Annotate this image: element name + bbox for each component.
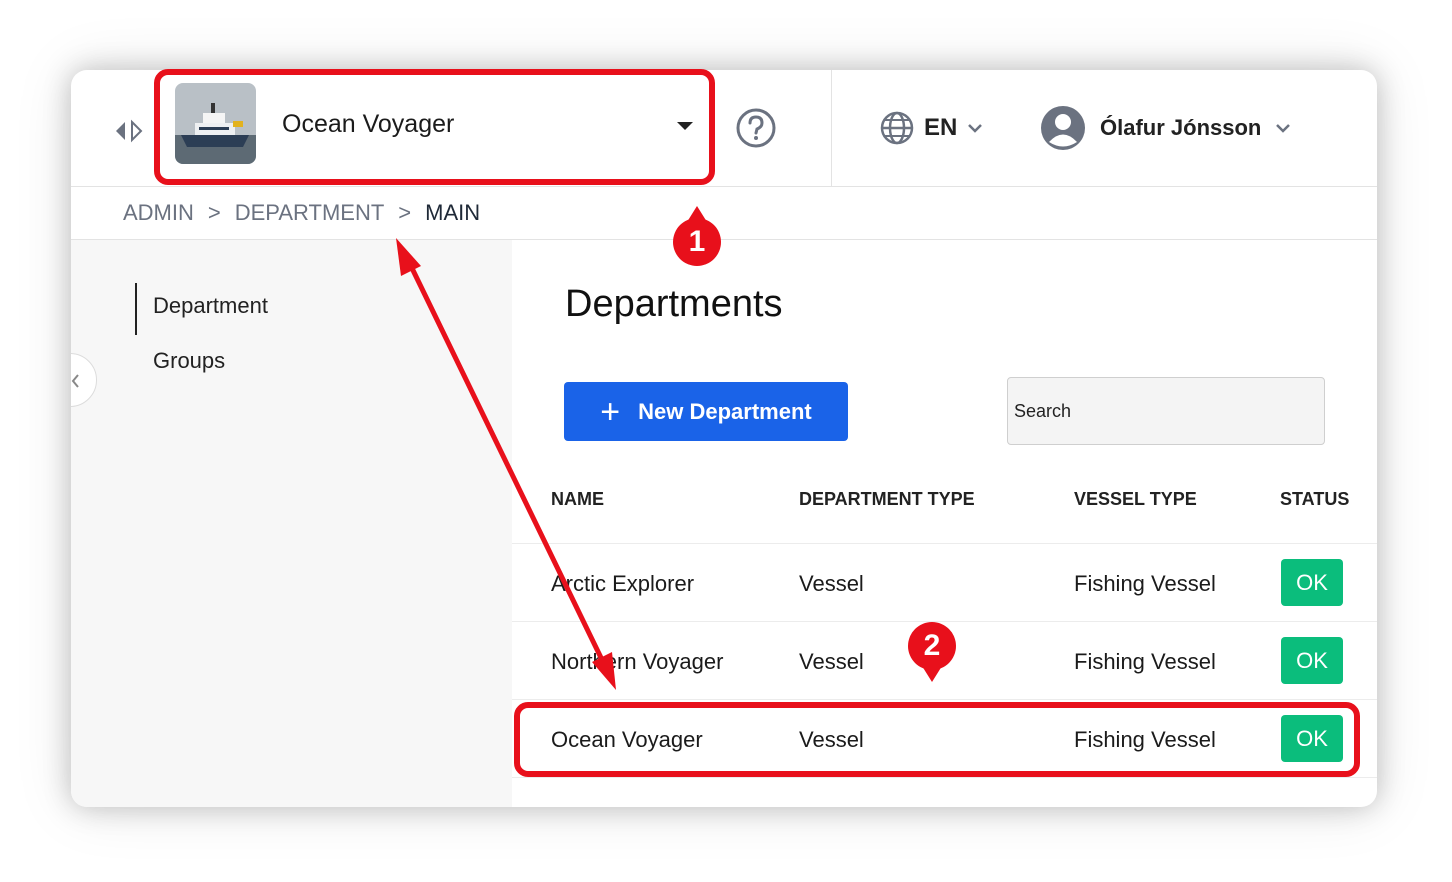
breadcrumb-item-main: MAIN	[425, 200, 481, 225]
table-row[interactable]: Northern Voyager Vessel Fishing Vessel O…	[512, 622, 1377, 700]
status-badge: OK	[1281, 637, 1343, 684]
breadcrumb-item-department[interactable]: DEPARTMENT	[235, 200, 385, 226]
breadcrumb-item-admin[interactable]: ADMIN	[123, 200, 194, 226]
cell-department-type: Vessel	[799, 649, 864, 674]
plus-icon: +	[600, 392, 621, 431]
user-name: Ólafur Jónsson	[1100, 115, 1262, 140]
status-badge: OK	[1281, 715, 1343, 762]
column-header-department-type[interactable]: DEPARTMENT TYPE	[799, 489, 975, 510]
sidebar-item-groups[interactable]: Groups	[153, 348, 225, 374]
collapse-chevron-icon	[71, 374, 79, 388]
cell-department-type: Vessel	[799, 727, 864, 752]
selected-vessel-name: Ocean Voyager	[282, 110, 455, 138]
chevron-down-icon	[1276, 124, 1291, 133]
user-avatar-icon	[1041, 106, 1085, 150]
breadcrumb-separator: >	[207, 200, 221, 225]
cell-department-type: Vessel	[799, 571, 864, 596]
cell-name: Arctic Explorer	[551, 571, 695, 596]
cell-vessel-type: Fishing Vessel	[1074, 727, 1216, 752]
globe-icon	[880, 111, 914, 145]
language-selector[interactable]: EN	[880, 108, 983, 148]
main-content: Departments + New Department NAME DEPART…	[512, 240, 1377, 807]
search-input[interactable]	[1007, 377, 1325, 445]
cell-name: Northern Voyager	[551, 649, 724, 674]
header-divider	[831, 70, 832, 187]
new-department-label: New Department	[638, 398, 812, 424]
collapse-sidebar-button[interactable]	[71, 353, 97, 407]
cell-vessel-type: Fishing Vessel	[1074, 649, 1216, 674]
user-menu[interactable]: Ólafur Jónsson	[1040, 104, 1291, 152]
language-code: EN	[924, 114, 958, 141]
cell-name: Ocean Voyager	[551, 727, 703, 752]
caret-down-icon[interactable]	[677, 122, 693, 130]
column-header-status[interactable]: STATUS	[1280, 489, 1349, 510]
panel-toggle-icon[interactable]	[113, 119, 145, 143]
sidebar-item-department[interactable]: Department	[135, 283, 268, 335]
column-header-vessel-type[interactable]: VESSEL TYPE	[1074, 489, 1197, 510]
status-badge: OK	[1281, 559, 1343, 606]
vessel-selector[interactable]: Ocean Voyager	[162, 78, 710, 180]
table-row[interactable]: Ocean Voyager Vessel Fishing Vessel OK	[512, 700, 1377, 778]
table-row[interactable]: Arctic Explorer Vessel Fishing Vessel OK	[512, 544, 1377, 622]
help-icon[interactable]	[735, 107, 777, 149]
column-header-name[interactable]: NAME	[551, 489, 604, 510]
chevron-down-icon	[968, 124, 983, 133]
vessel-thumbnail	[175, 83, 256, 164]
breadcrumb-separator: >	[398, 200, 412, 225]
new-department-button[interactable]: + New Department	[564, 382, 848, 441]
page-title: Departments	[565, 283, 783, 325]
sidebar: Department Groups	[71, 240, 512, 807]
cell-vessel-type: Fishing Vessel	[1074, 571, 1216, 596]
breadcrumb: ADMIN > DEPARTMENT > MAIN	[123, 200, 480, 226]
app-window: Ocean Voyager EN Ólafur Jónsson ADMIN > …	[71, 70, 1377, 807]
top-header: Ocean Voyager EN Ólafur Jónsson	[71, 70, 1377, 187]
table-header: NAME DEPARTMENT TYPE VESSEL TYPE STATUS	[512, 478, 1377, 544]
